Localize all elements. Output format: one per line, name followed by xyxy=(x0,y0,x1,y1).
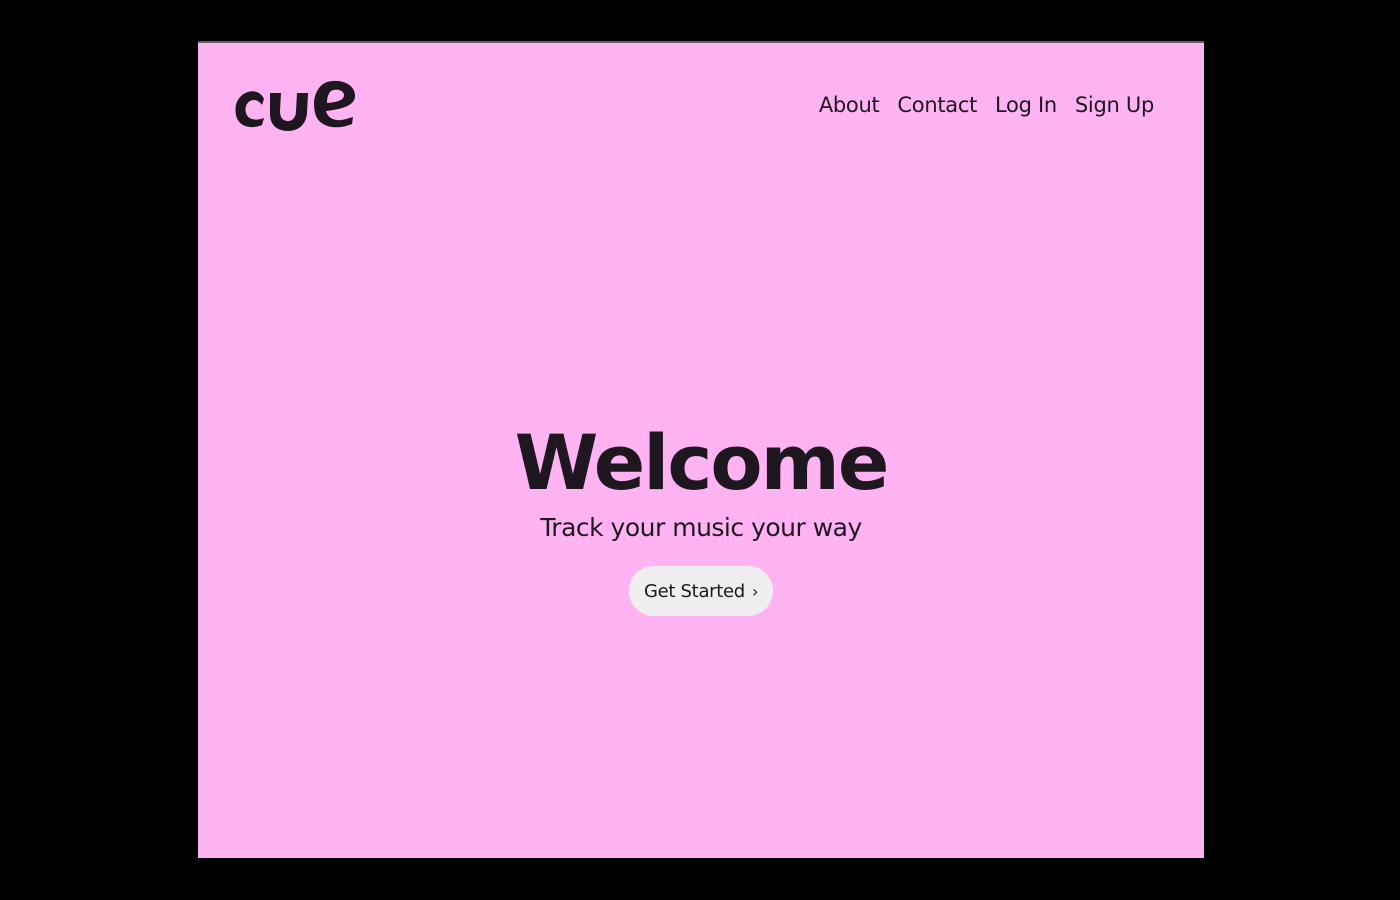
nav-signup-link[interactable]: Sign Up xyxy=(1075,93,1154,117)
chevron-right-icon: › xyxy=(751,581,759,601)
nav-about-link[interactable]: About xyxy=(819,93,880,117)
nav-login-link[interactable]: Log In xyxy=(995,93,1057,117)
landing-page: About Contact Log In Sign Up Welcome Tra… xyxy=(198,41,1204,858)
logo-letter-u xyxy=(270,93,308,131)
nav-contact-link[interactable]: Contact xyxy=(897,93,977,117)
top-nav: About Contact Log In Sign Up xyxy=(819,93,1154,117)
logo-letter-e xyxy=(314,80,356,128)
get-started-button[interactable]: Get Started › xyxy=(628,566,774,616)
logo-letter-c xyxy=(235,91,264,128)
hero-title: Welcome xyxy=(514,418,890,507)
get-started-label: Get Started xyxy=(643,580,745,602)
cue-logo[interactable] xyxy=(232,73,358,133)
cue-logo-mark xyxy=(235,80,356,131)
hero-subtitle: Track your music your way xyxy=(540,513,862,542)
hero-section: Welcome Track your music your way Get St… xyxy=(198,418,1204,616)
